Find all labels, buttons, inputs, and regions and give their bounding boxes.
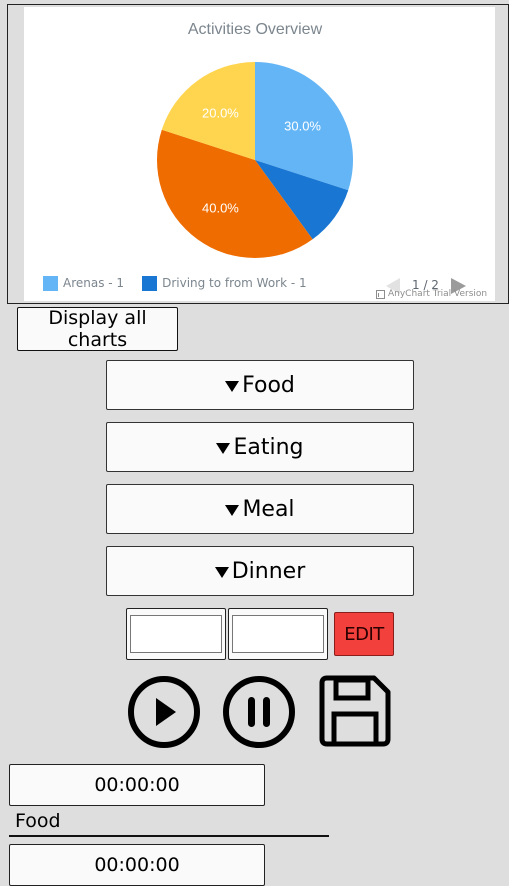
timer-display: 00:00:00 [9,844,265,886]
floppy-disk-icon [319,675,391,747]
category-dropdown-food[interactable]: Food [106,360,414,410]
display-all-charts-button[interactable]: Display all charts [17,307,178,351]
chart-panel: Activities Overview 30.0% 40.0% 20.0% Aren… [7,4,509,304]
credits-label: AnyChart Trial Version [388,289,488,299]
pie-slice-label: 30.0% [284,118,321,133]
chart-area: Activities Overview 30.0% 40.0% 20.0% Aren… [24,7,495,301]
input-2-wrapper [228,608,328,660]
pie-slice-label: 40.0% [202,201,239,216]
legend-label: Arenas - 1 [63,276,125,290]
legend-item-driving[interactable]: Driving to from Work - 1 [142,275,307,291]
play-circle-icon [128,676,200,748]
anychart-logo-icon [376,289,385,299]
time-input-2[interactable] [232,615,324,653]
pie-chart: Activities Overview 30.0% 40.0% 20.0% [157,21,353,258]
category-label: Meal [242,496,295,522]
timer-display: 00:00:00 [9,764,265,806]
category-label: Eating [233,434,304,460]
timer-category-label: Food [9,807,329,837]
chart-title: Activities Overview [188,21,323,38]
caret-down-icon [216,443,231,454]
category-dropdown-dinner[interactable]: Dinner [106,546,414,596]
category-dropdown-meal[interactable]: Meal [106,484,414,534]
time-input-1[interactable] [130,615,222,653]
pause-circle-icon [223,676,295,748]
category-label: Food [242,372,295,398]
input-1-wrapper [126,608,226,660]
caret-down-icon [214,567,229,578]
play-button[interactable] [126,674,202,750]
caret-down-icon [225,381,240,392]
pie-slice-label: 20.0% [202,105,239,120]
category-dropdown-eating[interactable]: Eating [106,422,414,472]
chart-legend: Arenas - 1 Driving to from Work - 1 [43,273,307,293]
legend-swatch [43,275,58,291]
legend-item-arenas[interactable]: Arenas - 1 [43,275,125,291]
legend-swatch [142,275,158,291]
save-button[interactable] [316,674,392,750]
category-label: Dinner [231,558,306,584]
caret-down-icon [225,505,240,516]
edit-button[interactable]: EDIT [334,612,394,656]
chart-credits[interactable]: AnyChart Trial Version [376,289,487,299]
pause-button[interactable] [221,674,297,750]
legend-label: Driving to from Work - 1 [162,276,307,290]
